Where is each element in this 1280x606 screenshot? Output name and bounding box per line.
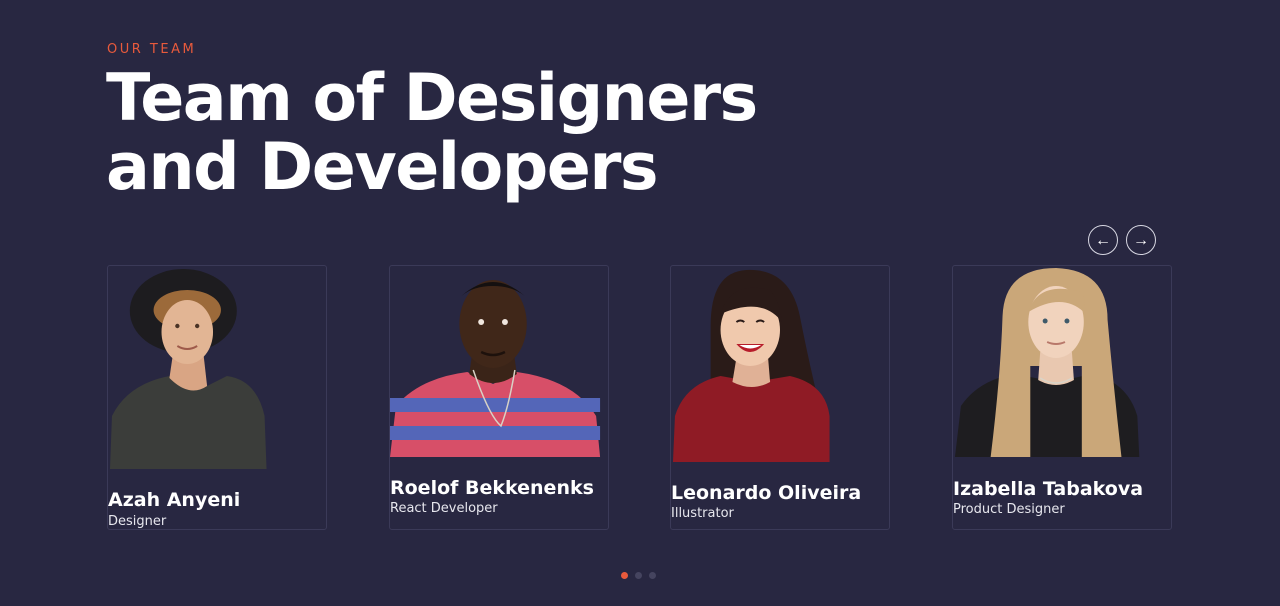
arrow-left-icon: ← [1095, 231, 1111, 249]
member-photo [108, 266, 326, 469]
team-card[interactable]: Izabella Tabakova Product Designer [952, 265, 1172, 530]
section-title: Team of Designers and Developers [106, 64, 866, 202]
member-role: React Developer [390, 501, 498, 516]
pagination-dot[interactable] [649, 572, 656, 579]
team-card[interactable]: Leonardo Oliveira Illustrator [670, 265, 890, 530]
team-card[interactable]: Roelof Bekkenenks React Developer [389, 265, 609, 530]
member-role: Designer [108, 514, 167, 529]
section-eyebrow: OUR TEAM [107, 42, 197, 57]
pagination-dot-active[interactable] [621, 572, 628, 579]
member-name: Azah Anyeni [108, 489, 241, 511]
member-name: Izabella Tabakova [953, 478, 1144, 500]
member-name: Leonardo Oliveira [671, 482, 862, 504]
member-photo [953, 266, 1171, 457]
section-title-line-1: Team of Designers [106, 61, 758, 136]
arrow-right-icon: → [1133, 231, 1149, 249]
carousel-next-button[interactable]: → [1126, 225, 1156, 255]
team-section: OUR TEAM Team of Designers and Developer… [0, 0, 1280, 606]
carousel-pagination [621, 572, 656, 579]
member-photo [671, 266, 889, 462]
pagination-dot[interactable] [635, 572, 642, 579]
member-name: Roelof Bekkenenks [390, 477, 594, 499]
section-title-line-2: and Developers [106, 130, 659, 205]
member-role: Product Designer [953, 502, 1065, 517]
carousel-prev-button[interactable]: ← [1088, 225, 1118, 255]
member-role: Illustrator [671, 506, 734, 521]
member-photo [390, 266, 608, 457]
team-card[interactable]: Azah Anyeni Designer [107, 265, 327, 530]
